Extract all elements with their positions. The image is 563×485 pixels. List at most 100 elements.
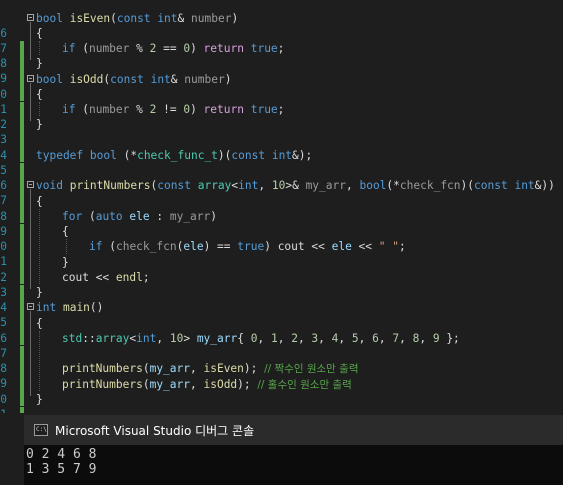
code-line: 5 typedef bool (*check_func_t)(const int… [0,148,563,193]
fold-collapse-icon[interactable] [27,303,34,310]
code-token: , [345,179,360,192]
code-token: ) == [203,240,238,253]
code-token: } [36,286,43,299]
code-token: )( [217,149,232,162]
code-token: ( [102,240,116,253]
indent-guide [66,239,67,254]
code-token: for [62,210,83,223]
code-token: 2 [291,332,298,345]
fold-outline [30,83,31,121]
code-token: ; [142,271,150,284]
code-token: check_fcn [399,179,461,192]
code-token: ) [264,240,278,253]
code-token: (* [386,179,400,192]
code-token: " " [378,240,399,253]
code-token: 1 [270,332,278,345]
code-token: , [277,332,292,345]
code-token: int [136,332,157,345]
code-token: endl [115,271,143,284]
code-editor[interactable]: 6 bool isEven(const int& number) 7 { 8 i… [0,0,563,413]
code-token: , [419,332,433,345]
code-token: { [36,195,43,208]
fold-outline [30,311,31,396]
code-token: const [474,179,508,192]
code-line: 0 { [0,224,563,269]
code-token: int [514,179,535,192]
code-token: } [36,393,43,406]
code-token: number [88,103,130,116]
code-token: , [190,362,204,375]
code-token: ) [231,12,239,25]
code-token: % [129,42,150,55]
code-token: )( [460,179,475,192]
code-token: << [351,240,379,253]
code-comment: // 짝수인 원소만 출력 [264,363,359,375]
code-token: check_fcn [115,240,177,253]
code-token: bool [359,179,387,192]
code-token: ); [237,378,258,391]
code-line: 3 cout << endl; [0,270,563,315]
code-line: 8 [0,346,563,391]
code-token: number [191,12,232,25]
code-token: if [62,42,76,55]
editor-gutter [0,413,24,485]
code-token: return [203,42,244,55]
debug-console-window[interactable]: Microsoft Visual Studio 디버그 콘솔 0 2 4 6 8… [24,415,563,485]
code-token: number [184,73,225,86]
code-token: auto [95,210,123,223]
fold-collapse-icon[interactable] [27,14,34,21]
code-token: my_arr [169,210,211,223]
code-token: std [62,332,83,345]
code-token: const [116,12,151,25]
console-title-bar[interactable]: Microsoft Visual Studio 디버그 콘솔 [24,415,563,445]
code-line: 2 } [0,255,563,300]
code-token: : [149,210,170,223]
code-token: printNumbers [62,378,143,391]
code-token: , [258,179,272,192]
code-line: 3 } [0,117,563,162]
code-token: &); [292,149,313,162]
code-token: my_arr [149,362,190,375]
code-token: ; [398,240,406,253]
code-line: 1 if (check_fcn(ele) == true) cout << el… [0,239,563,284]
code-token: << [88,271,116,284]
code-token: void [36,179,63,192]
code-token: , [190,378,204,391]
code-line: 6 [0,163,563,208]
code-token: } [36,118,43,131]
code-token: (* [116,149,138,162]
code-token: isOdd [69,73,104,86]
code-token: isEven [203,362,244,375]
fold-outline [30,189,31,289]
code-token: bool [36,12,63,25]
code-token: ); [243,362,265,375]
code-token: 10 [169,332,184,345]
code-token: { [36,27,43,40]
code-token: bool [36,73,63,86]
code-token: ) [210,210,218,223]
code-token: { [36,317,43,330]
code-line: 8 { [0,194,563,239]
code-token: my_arr [149,378,190,391]
code-line: 1 } [0,392,563,413]
indent-guide [39,331,40,391]
code-token: if [62,103,76,116]
fold-collapse-icon[interactable] [27,75,34,82]
code-token: & [177,12,192,25]
code-token: ) [190,42,204,55]
code-token: ) [224,73,232,86]
fold-collapse-icon[interactable] [27,181,34,188]
code-token: return [203,103,244,116]
code-line: 9 printNumbers(my_arr, isEven); // 짝수인 원… [0,361,563,406]
code-token: true [250,103,278,116]
code-token: :: [82,332,96,345]
code-token: > [183,332,197,345]
code-token: ( [142,378,150,391]
code-line: 8 if (number % 2 == 0) return true; [0,41,563,86]
code-line: 0 bool isOdd(const int& number) [0,72,563,117]
